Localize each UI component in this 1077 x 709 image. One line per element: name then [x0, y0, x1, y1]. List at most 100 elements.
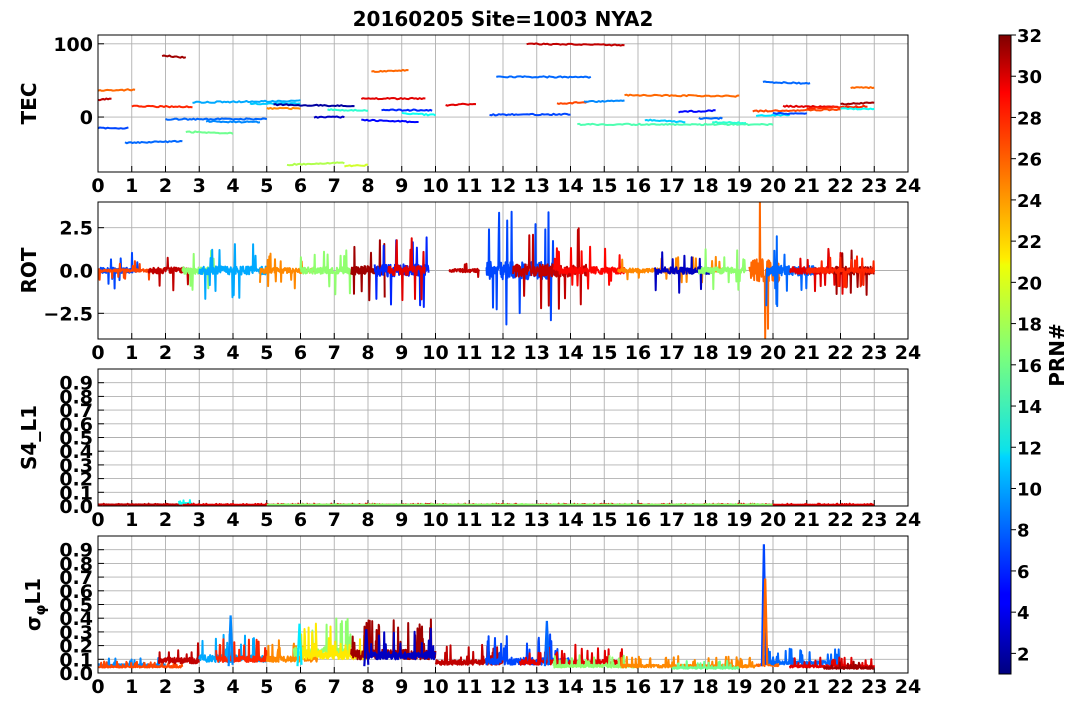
x-tick-label: 12	[490, 342, 516, 364]
x-tick-label: 13	[524, 509, 550, 531]
x-tick-label: 10	[422, 342, 448, 364]
tec-arc-prn-24	[266, 106, 301, 111]
x-tick-label: 19	[726, 175, 752, 197]
tec-arc-prn-16	[185, 130, 234, 135]
x-tick-label: 23	[861, 676, 887, 698]
tec-arc-prn-8	[165, 117, 268, 121]
x-tick-label: 18	[692, 676, 718, 698]
tec-arc-prn-14	[327, 108, 369, 112]
x-tick-label: 4	[226, 676, 239, 698]
tec-arc-prn-8	[496, 75, 592, 79]
tec-arc-prn-25	[98, 88, 136, 92]
tec-arc-prn-3	[313, 115, 345, 119]
x-tick-label: 20	[760, 342, 786, 364]
x-tick-label: 4	[226, 175, 239, 197]
colorbar-tick-label: 6	[1017, 562, 1030, 583]
x-tick-label: 16	[625, 175, 651, 197]
x-tick-label: 9	[395, 509, 408, 531]
tec-arc-prn-31	[840, 101, 875, 106]
series-prn-17	[299, 249, 352, 296]
colorbar-tick-label: 2	[1017, 644, 1030, 665]
spike-prn-3	[363, 629, 370, 667]
x-tick-label: 10	[422, 509, 448, 531]
x-tick-label: 7	[328, 175, 341, 197]
x-tick-label: 5	[260, 175, 273, 197]
x-tick-label: 12	[490, 509, 516, 531]
x-tick-label: 20	[760, 175, 786, 197]
colorbar-tick-label: 16	[1017, 356, 1042, 377]
y-tick-label: 0	[80, 107, 93, 129]
y-tick-label: 0.9	[59, 373, 93, 395]
x-tick-label: 18	[692, 342, 718, 364]
tec-arc-prn-25	[371, 68, 409, 73]
x-tick-label: 15	[591, 676, 617, 698]
tec-arc-prn-26	[752, 108, 841, 113]
x-tick-label: 23	[861, 175, 887, 197]
panel-4: 0 1 2 3 4 5 6 7 8 9 10 11 12 13 14 15 16 17 18 19 20 21 22 23 24…	[21, 535, 921, 698]
tec-arc-prn-8	[698, 116, 723, 120]
x-tick-label: 22	[827, 342, 853, 364]
y-axis-label: S4_L1	[17, 405, 41, 470]
tec-arc-prn-8	[762, 80, 811, 85]
tec-arc-prn-13	[401, 111, 437, 117]
colorbar-tick-label: 4	[1017, 603, 1030, 624]
x-tick-label: 11	[456, 676, 482, 698]
y-axis-label: ROT	[17, 247, 41, 293]
x-tick-label: 0	[91, 342, 104, 364]
x-tick-label: 24	[895, 509, 921, 531]
tec-arc-prn-30	[98, 97, 112, 102]
x-tick-label: 10	[422, 676, 448, 698]
x-tick-label: 3	[193, 175, 206, 197]
tec-arc-prn-29	[445, 102, 477, 107]
x-tick-label: 2	[159, 509, 172, 531]
x-tick-label: 18	[692, 509, 718, 531]
x-tick-label: 0	[91, 676, 104, 698]
tec-arc-prn-7	[772, 111, 808, 116]
tec-arc-prn-7	[489, 112, 571, 117]
colorbar-tick-label: 28	[1017, 108, 1042, 129]
y-axis-label: σφL1	[21, 578, 49, 631]
tec-arc-prn-25	[624, 93, 740, 98]
x-tick-label: 2	[159, 175, 172, 197]
x-tick-label: 14	[557, 342, 583, 364]
colorbar-tick-label: 32	[1017, 26, 1042, 47]
tec-arc-prn-9	[205, 119, 261, 124]
tec-arc-prn-7	[98, 126, 129, 130]
y-axis-label-sigma: σ	[21, 616, 45, 632]
tec-arc-prn-11	[644, 118, 686, 124]
figure: 20160205 Site=1003 NYA2 0 1 2 3 4 5 6 7 8 9 10 11 12…	[17, 7, 1069, 698]
tec-arc-prn-8	[124, 139, 183, 145]
series-prn-30	[448, 262, 480, 278]
x-tick-label: 3	[193, 509, 206, 531]
x-tick-label: 1	[125, 342, 138, 364]
x-tick-label: 19	[726, 676, 752, 698]
x-tick-label: 4	[226, 342, 239, 364]
x-tick-label: 7	[328, 676, 341, 698]
x-tick-label: 23	[861, 342, 887, 364]
series-prn-30	[157, 642, 200, 665]
tec-arc-prn-27	[131, 104, 193, 109]
x-tick-label: 16	[625, 676, 651, 698]
x-tick-label: 21	[794, 342, 820, 364]
x-tick-label: 6	[294, 509, 307, 531]
x-tick-label: 22	[827, 509, 853, 531]
x-tick-label: 8	[361, 509, 374, 531]
colorbar: 2468101214161820222426283032PRN#	[998, 26, 1069, 675]
colorbar-tick-label: 18	[1017, 315, 1042, 336]
tec-arc-prn-29	[360, 96, 426, 101]
x-tick-label: 10	[422, 175, 448, 197]
colorbar-gradient	[998, 34, 1012, 675]
x-tick-label: 9	[395, 676, 408, 698]
colorbar-tick-label: 22	[1017, 232, 1042, 253]
tec-arc-prn-9	[583, 99, 625, 103]
tec-arc-prn-19	[344, 163, 369, 168]
x-tick-label: 1	[125, 175, 138, 197]
x-tick-label: 0	[91, 509, 104, 531]
series-prn-24	[620, 655, 757, 669]
y-axis-label-phi: φ	[33, 605, 49, 616]
colorbar-tick-label: 14	[1017, 397, 1042, 418]
x-tick-label: 14	[557, 509, 583, 531]
x-tick-label: 5	[260, 676, 273, 698]
x-tick-label: 14	[557, 676, 583, 698]
series-prn-13	[178, 499, 193, 505]
